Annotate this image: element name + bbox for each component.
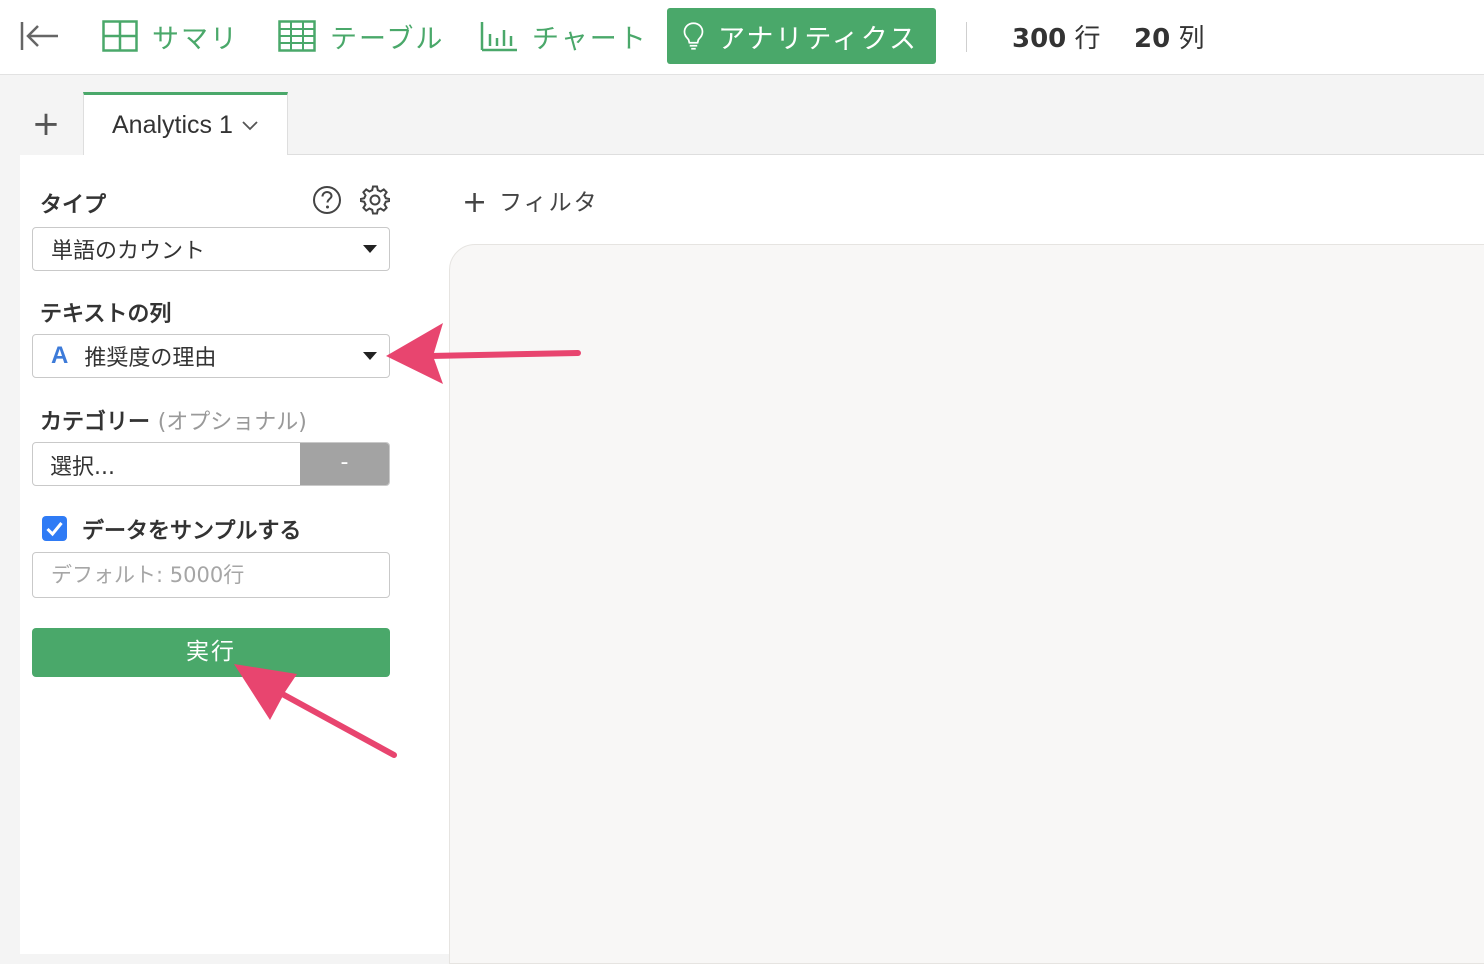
text-type-icon: A: [51, 342, 69, 369]
back-to-start-icon: [20, 22, 58, 50]
type-select[interactable]: 単語のカウント: [32, 227, 390, 271]
chevron-down-icon[interactable]: [241, 119, 259, 131]
nav-analytics-label: アナリティクス: [717, 23, 918, 55]
bar-chart-icon: [480, 22, 517, 52]
result-area: [449, 244, 1484, 964]
caret-down-icon: [363, 352, 377, 360]
category-placeholder: 選択...: [50, 455, 115, 480]
nav-summary-label: サマリ: [152, 23, 239, 55]
nav-chart-button[interactable]: チャート: [480, 8, 648, 64]
row-count-unit: 行: [1074, 24, 1101, 54]
text-column-select[interactable]: A 推奨度の理由: [32, 334, 390, 378]
tab-label: Analytics 1: [112, 110, 233, 139]
add-filter-label: フィルタ: [499, 190, 599, 216]
category-label-text: カテゴリー: [40, 410, 151, 435]
row-count: 300 行: [1012, 18, 1101, 55]
sample-checkbox[interactable]: [42, 516, 67, 541]
toolbar-divider: [966, 22, 967, 52]
category-label: カテゴリー (オプショナル): [40, 404, 307, 436]
plus-icon: +: [462, 185, 490, 220]
tab-analytics-1[interactable]: Analytics 1: [83, 92, 288, 155]
nav-chart-label: チャート: [532, 23, 648, 55]
add-tab-button[interactable]: +: [24, 104, 68, 144]
nav-table-button[interactable]: テーブル: [278, 8, 444, 64]
text-column-value: 推奨度の理由: [84, 346, 217, 371]
top-toolbar: サマリ テーブル チャート アナリティクス 300 行 20 列: [0, 0, 1484, 75]
column-count: 20 列: [1134, 18, 1204, 55]
table-grid-icon: [278, 20, 316, 52]
column-count-unit: 列: [1178, 24, 1205, 54]
gear-icon[interactable]: [360, 185, 390, 215]
nav-summary-button[interactable]: サマリ: [102, 8, 239, 64]
nav-analytics-button[interactable]: アナリティクス: [667, 8, 936, 64]
category-select[interactable]: 選択... -: [32, 442, 390, 486]
column-count-number: 20: [1134, 24, 1171, 54]
category-optional-text: (オプショナル): [157, 410, 307, 435]
analytics-content: タイプ 単語のカウント テキストの列 A 推奨度の理由 カテゴリー (オプショナ…: [20, 155, 1484, 964]
text-column-label: テキストの列: [40, 302, 172, 327]
caret-down-icon: [363, 245, 377, 253]
add-filter-button[interactable]: + フィルタ: [462, 183, 599, 220]
lightbulb-icon: [683, 22, 704, 50]
type-select-value: 単語のカウント: [51, 239, 206, 264]
row-count-number: 300: [1012, 24, 1067, 54]
type-label: タイプ: [40, 193, 107, 218]
help-icon[interactable]: [312, 185, 342, 215]
sample-label: データをサンプルする: [82, 519, 302, 544]
run-button[interactable]: 実行: [32, 628, 390, 677]
settings-panel: タイプ 単語のカウント テキストの列 A 推奨度の理由 カテゴリー (オプショナ…: [20, 155, 448, 954]
collapse-back-button[interactable]: [20, 20, 60, 52]
category-clear-button[interactable]: -: [300, 443, 389, 485]
checkmark-icon: [46, 522, 63, 537]
summary-grid-icon: [102, 20, 138, 52]
nav-table-label: テーブル: [330, 23, 445, 55]
sample-size-input[interactable]: [32, 552, 390, 598]
